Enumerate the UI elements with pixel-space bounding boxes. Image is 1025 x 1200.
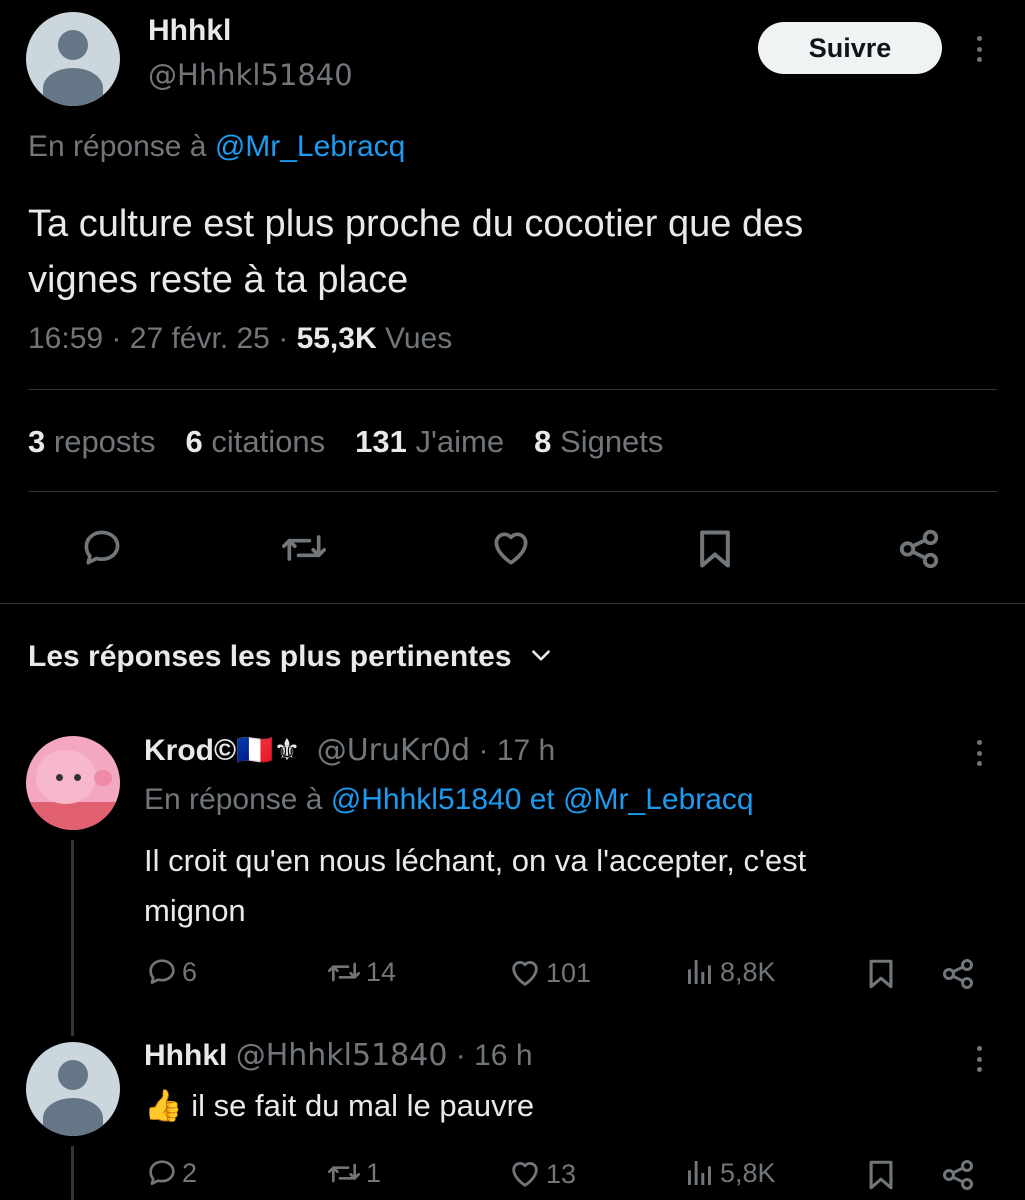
reposts-stat[interactable]: 3 reposts	[28, 424, 156, 460]
bookmarks-label: Signets	[560, 424, 664, 459]
tweet-time[interactable]: 16:59	[28, 322, 103, 355]
reply-avatar[interactable]	[26, 1042, 120, 1136]
quotes-stat[interactable]: 6 citations	[186, 424, 326, 460]
bookmark-icon[interactable]	[864, 956, 898, 992]
thread-line	[71, 1146, 74, 1200]
reply-icon	[149, 959, 175, 984]
like-count: 101	[546, 957, 592, 988]
reply-time[interactable]: 16 h	[474, 1039, 532, 1072]
share-icon[interactable]	[896, 526, 942, 572]
flag-emojis: 🇫🇷⚜	[236, 734, 301, 767]
quotes-label: citations	[211, 424, 326, 459]
divider	[28, 491, 997, 492]
replies-sort-label: Les réponses les plus pertinentes	[28, 640, 512, 673]
divider	[0, 603, 1025, 604]
chevron-down-icon	[528, 640, 554, 674]
reply-author-handle[interactable]: @UruKr0d	[317, 733, 470, 768]
views-icon	[688, 1161, 711, 1185]
bookmarks-count: 8	[534, 424, 552, 459]
quotes-count: 6	[185, 424, 203, 459]
more-options-icon[interactable]	[974, 1046, 984, 1072]
reply-icon	[149, 1160, 175, 1185]
share-icon[interactable]	[940, 956, 976, 992]
reply-prefix: En réponse à	[144, 783, 323, 816]
reply-text-line: il se fait du mal le pauvre	[191, 1088, 535, 1123]
reply-header: Krod©🇫🇷⚜ @UruKr0d · 17 h	[144, 733, 555, 768]
tweet-text-line: vignes reste à ta place	[28, 259, 409, 301]
reply-avatar[interactable]	[26, 736, 120, 830]
reply-reply-button[interactable]: 2	[146, 1157, 197, 1189]
reply-count: 6	[182, 956, 198, 987]
like-icon	[512, 1162, 538, 1187]
more-options-icon[interactable]	[974, 740, 984, 766]
reply-icon[interactable]	[80, 526, 124, 570]
views-count: 5,8K	[720, 1157, 776, 1188]
reply-author-handle[interactable]: @Hhhkl51840	[236, 1038, 448, 1073]
like-count: 13	[546, 1158, 577, 1189]
bookmark-icon[interactable]	[693, 526, 737, 572]
follow-button[interactable]: Suivre	[758, 22, 942, 74]
share-icon[interactable]	[940, 1157, 976, 1193]
reply-to-link[interactable]: @Mr_Lebracq	[215, 130, 406, 163]
views-label: Vues	[384, 322, 453, 355]
like-icon[interactable]	[489, 526, 533, 570]
reply-header: Hhhkl @Hhhkl51840 · 16 h	[144, 1038, 533, 1073]
reply-context: En réponse à @Hhhkl51840 et @Mr_Lebracq	[144, 783, 754, 817]
reply-author-name[interactable]: Hhhkl	[144, 1039, 227, 1072]
reposts-count: 3	[28, 424, 46, 459]
reply-repost-button[interactable]: 1	[326, 1157, 381, 1189]
engagement-stats: 3 reposts 6 citations 131 J'aime 8 Signe…	[28, 424, 663, 460]
repost-icon	[328, 1163, 360, 1183]
reply-like-button[interactable]: 13	[508, 1157, 576, 1191]
reply-prefix: En réponse à	[28, 130, 207, 163]
bookmarks-stat[interactable]: 8 Signets	[534, 424, 663, 460]
reply-author-name[interactable]: Krod©	[144, 734, 236, 767]
reply-count: 2	[182, 1157, 198, 1188]
reply-like-button[interactable]: 101	[508, 956, 591, 990]
author-handle[interactable]: @Hhhkl51840	[148, 58, 353, 92]
meta-separator: ·	[455, 1039, 466, 1072]
author-avatar[interactable]	[26, 12, 120, 106]
reply-context: En réponse à @Mr_Lebracq	[28, 130, 405, 164]
meta-separator: ·	[111, 322, 122, 355]
reply-reply-button[interactable]: 6	[146, 956, 197, 988]
tweet-meta: 16:59 · 27 févr. 25 · 55,3K Vues	[28, 322, 452, 356]
likes-stat[interactable]: 131 J'aime	[355, 424, 504, 460]
repost-count: 14	[366, 956, 397, 987]
author-name[interactable]: Hhhkl	[148, 14, 231, 48]
likes-count: 131	[355, 424, 407, 459]
meta-separator: ·	[478, 734, 489, 767]
reply-text-line: mignon	[144, 893, 246, 928]
repost-icon	[328, 962, 360, 982]
tweet-text: Ta culture est plus proche du cocotier q…	[28, 196, 803, 308]
tweet-text-line: Ta culture est plus proche du cocotier q…	[28, 203, 804, 245]
replies-sort-dropdown[interactable]: Les réponses les plus pertinentes	[28, 640, 554, 674]
thumbs-up-emoji: 👍	[144, 1088, 183, 1123]
thread-line	[71, 840, 74, 1036]
repost-icon[interactable]	[280, 526, 328, 570]
reply-views-button[interactable]: 5,8K	[684, 1157, 776, 1189]
likes-label: J'aime	[415, 424, 505, 459]
reply-views-button[interactable]: 8,8K	[684, 956, 776, 988]
divider	[28, 389, 997, 390]
views-icon	[688, 960, 711, 984]
more-options-icon[interactable]	[974, 36, 984, 62]
reply-repost-button[interactable]: 14	[326, 956, 396, 988]
reply-text: 👍 il se fait du mal le pauvre	[144, 1086, 534, 1126]
views-count: 8,8K	[720, 956, 776, 987]
like-icon	[512, 961, 538, 986]
bookmark-icon[interactable]	[864, 1157, 898, 1193]
reply-text: Il croit qu'en nous léchant, on va l'acc…	[144, 836, 806, 936]
reposts-label: reposts	[53, 424, 156, 459]
repost-count: 1	[366, 1157, 382, 1188]
reply-time[interactable]: 17 h	[497, 734, 555, 767]
views-count: 55,3K	[296, 322, 377, 355]
reply-to-link[interactable]: @Hhhkl51840 et @Mr_Lebracq	[331, 783, 754, 816]
meta-separator: ·	[278, 322, 289, 355]
tweet-date[interactable]: 27 févr. 25	[130, 322, 270, 355]
reply-text-line: Il croit qu'en nous léchant, on va l'acc…	[144, 843, 807, 878]
